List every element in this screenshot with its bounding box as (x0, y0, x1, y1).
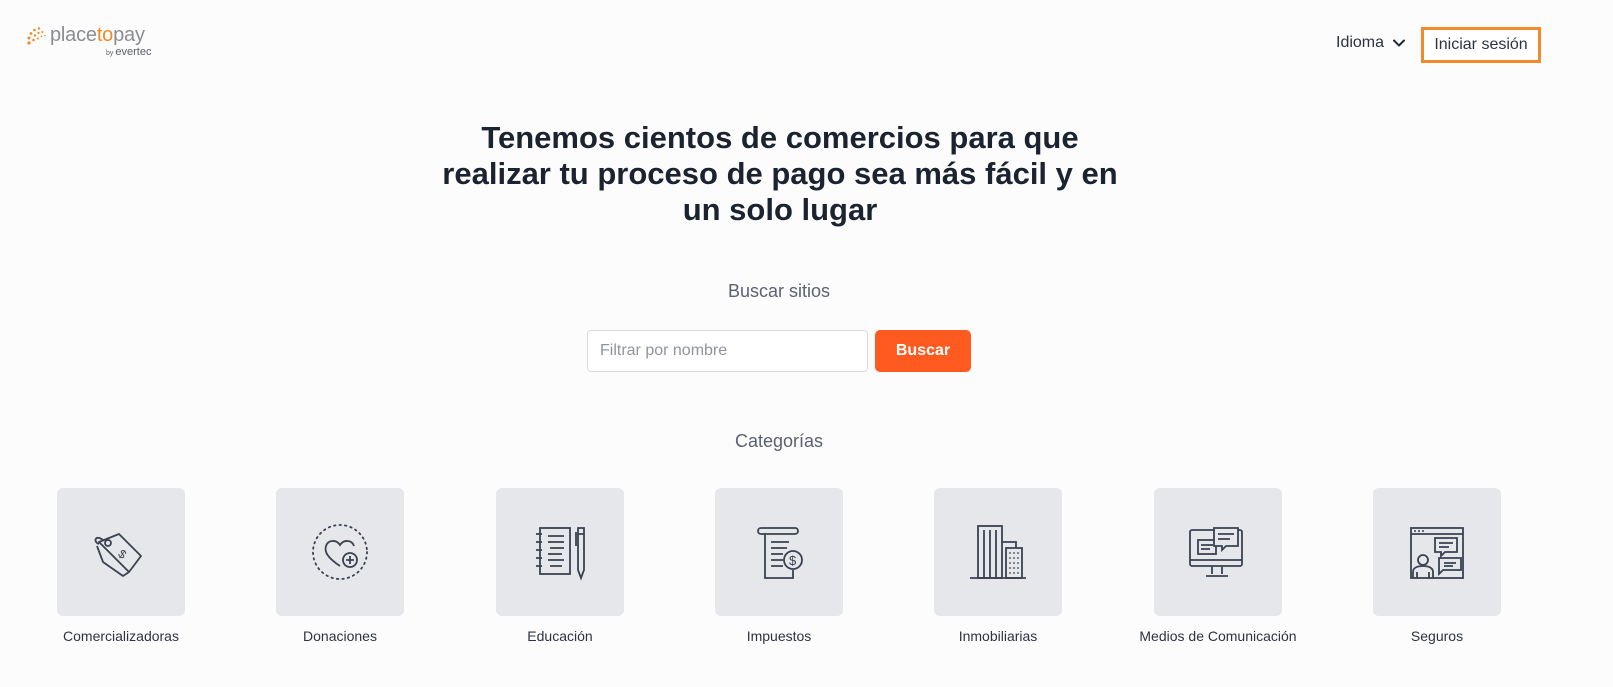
category-educacion[interactable]: Educación (480, 488, 640, 646)
category-medios-de-comunicacion[interactable]: Medios de Comunicación (1138, 488, 1298, 646)
category-tile[interactable] (934, 488, 1062, 616)
price-tag-icon: $ (94, 533, 142, 577)
category-tile[interactable] (276, 488, 404, 616)
category-impuestos[interactable]: $ Impuestos (699, 488, 859, 646)
category-label: Comercializadoras (63, 628, 179, 644)
svg-text:$: $ (789, 553, 797, 568)
category-label: Educación (527, 628, 593, 644)
category-label: Donaciones (303, 628, 377, 644)
category-label: Inmobiliarias (958, 628, 1038, 644)
search-label: Buscar sitios (727, 281, 831, 301)
page: placetopay by evertec Idioma Iniciar sesi… (0, 0, 1613, 687)
category-tile[interactable] (1373, 488, 1501, 616)
category-tile[interactable] (1154, 488, 1282, 616)
language-selector[interactable]: Idioma (1336, 32, 1406, 54)
category-tile[interactable]: $ (715, 488, 843, 616)
category-label: Seguros (1410, 628, 1464, 644)
logo-dots-icon (27, 27, 46, 45)
monitor-chat-icon (1189, 527, 1243, 577)
category-tile[interactable]: $ (57, 488, 185, 616)
notebook-pen-icon (536, 527, 585, 581)
search-button[interactable]: Buscar (875, 330, 971, 372)
categories-heading: Categorías (734, 431, 824, 451)
category-donaciones[interactable]: Donaciones (260, 488, 420, 646)
heart-donation-icon (312, 524, 368, 580)
placetopay-logo[interactable]: placetopay by evertec (26, 24, 166, 64)
chevron-down-icon (1393, 39, 1406, 47)
category-comercializadoras[interactable]: $ Comercializadoras (41, 488, 201, 646)
tax-document-icon: $ (757, 527, 803, 579)
category-inmobiliarias[interactable]: Inmobiliarias (918, 488, 1078, 646)
buildings-icon (970, 525, 1026, 579)
category-label: Medios de Comunicación (1139, 628, 1297, 644)
page-title: Tenemos cientos de comercios para que re… (442, 120, 1118, 227)
login-button[interactable]: Iniciar sesión (1421, 27, 1541, 63)
logo-wordmark: placetopay (50, 24, 145, 46)
logo-subtitle: by evertec (106, 46, 152, 58)
search-input[interactable] (587, 330, 868, 372)
language-label: Idioma (1336, 34, 1385, 51)
category-tile[interactable] (496, 488, 624, 616)
agent-chat-icon (1410, 527, 1464, 579)
category-seguros[interactable]: Seguros (1357, 488, 1517, 646)
category-label: Impuestos (746, 628, 812, 644)
login-label: Iniciar sesión (1434, 36, 1528, 53)
